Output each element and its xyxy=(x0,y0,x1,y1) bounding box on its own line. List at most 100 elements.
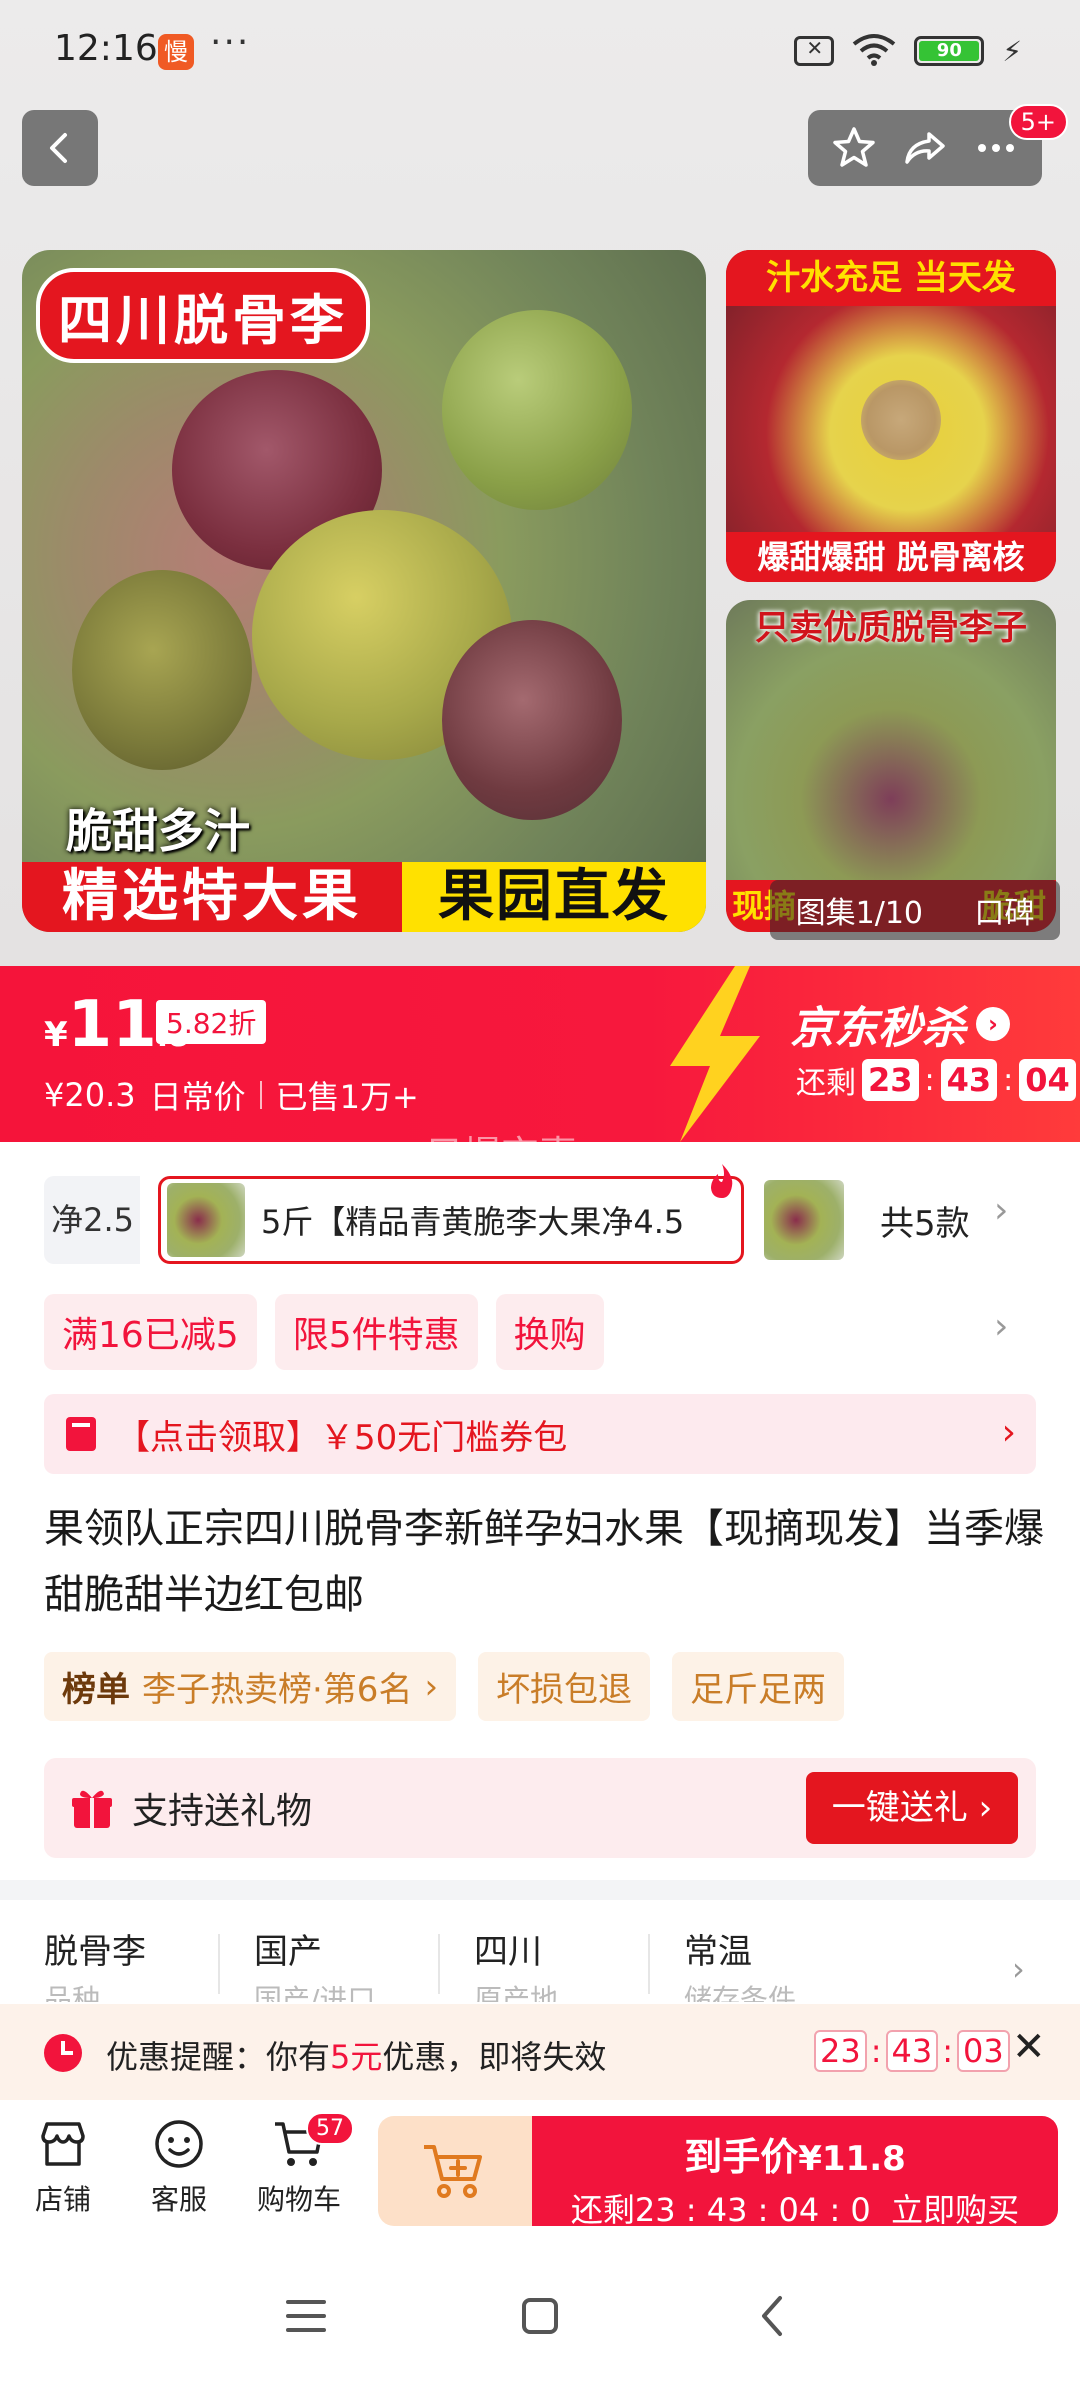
spec-summary[interactable]: 脱骨李 品种 国产 国产/进口 四川 原产地 常温 储存条件 › xyxy=(0,1900,1080,2004)
cart-button[interactable]: 57 购物车 xyxy=(254,2112,354,2218)
home-square-icon[interactable] xyxy=(510,2286,570,2346)
status-time: 12:16 xyxy=(54,28,158,69)
send-gift-button[interactable]: 一键送礼 › xyxy=(806,1772,1018,1844)
status-icons: 90 ⚡ xyxy=(794,32,1022,70)
hot-fire-icon xyxy=(711,1164,733,1198)
seckill-link[interactable]: 京东秒杀 › xyxy=(790,992,1010,1056)
countdown-minutes: 43 xyxy=(885,2030,939,2072)
plum-pit-shape xyxy=(861,380,941,460)
gift-icon xyxy=(72,1790,112,1828)
sku-option-selected[interactable]: 5斤【精品青黄脆李大果净4.5 xyxy=(158,1176,744,1264)
buy-price-line: 到手价¥11.8 xyxy=(532,2126,1058,2181)
favorite-star-icon[interactable] xyxy=(830,124,878,172)
chevron-right-icon[interactable]: › xyxy=(994,1190,1008,1231)
chevron-right-icon[interactable]: › xyxy=(994,1306,1008,1347)
buy-countdown: 还剩23 : 43 : 04 : 0 xyxy=(570,2191,871,2229)
main-product-image[interactable]: 四川脱骨李 脆甜多汁 精选特大果 果园直发 xyxy=(22,250,706,932)
sku-option-next-thumbnail[interactable] xyxy=(764,1180,844,1260)
back-button[interactable] xyxy=(22,110,98,186)
reminder-countdown: 23: 43: 03 xyxy=(814,2030,1010,2072)
status-more-icon: ··· xyxy=(210,22,251,63)
service-badge[interactable]: 足斤足两 xyxy=(672,1652,845,1721)
no-sim-icon xyxy=(794,36,835,66)
add-to-cart-icon xyxy=(424,2145,482,2198)
divider xyxy=(259,1081,262,1109)
chevron-right-icon: › xyxy=(424,1666,439,1707)
notification-app-icon: 慢 xyxy=(158,34,194,70)
sku-count-label[interactable]: 共5款 xyxy=(880,1196,970,1245)
discount-reminder-bar[interactable]: 优惠提醒：你有5元优惠，即将失效 23: 43: 03 ✕ xyxy=(0,2004,1080,2100)
side-product-image-1[interactable]: 汁水充足 当天发 爆甜爆甜 脱骨离核 xyxy=(726,250,1056,582)
gift-text: 支持送礼物 xyxy=(132,1791,313,1832)
ranking-value: 李子热卖榜·第6名 xyxy=(142,1670,413,1710)
gift-bar: 支持送礼物 一键送礼 › xyxy=(44,1758,1036,1858)
service-badge[interactable]: 坏损包退 xyxy=(478,1652,651,1721)
spec-label: 国产/进口 xyxy=(254,1983,376,2002)
promo-tags: 满16已减5 限5件特惠 换购 xyxy=(44,1294,604,1370)
spec-value: 常温 xyxy=(684,1932,752,1972)
spec-divider xyxy=(218,1934,220,1994)
gallery-counter[interactable]: 图集1/10 口碑 xyxy=(770,880,1060,940)
store-label: 店铺 xyxy=(34,2183,91,2216)
menu-icon[interactable] xyxy=(276,2286,336,2346)
store-button[interactable]: 店铺 xyxy=(18,2116,108,2218)
promo-tag[interactable]: 满16已减5 xyxy=(44,1294,257,1370)
seckill-title: 京东秒杀 xyxy=(790,1003,966,1054)
cart-count-badge: 57 xyxy=(306,2112,354,2145)
wifi-icon xyxy=(852,32,896,70)
reviews-link[interactable]: 口碑 xyxy=(974,888,1034,932)
original-price: ¥20.3 xyxy=(44,1076,136,1114)
sku-selector: 净2.5 5斤【精品青黄脆李大果净4.5 共5款 › xyxy=(0,1160,1080,1278)
section-divider xyxy=(0,1880,1080,1900)
message-badge: 5+ xyxy=(1008,104,1068,140)
system-navigation-bar xyxy=(0,2230,1080,2400)
cart-label: 购物车 xyxy=(256,2183,341,2216)
spec-label: 品种 xyxy=(44,1983,101,2002)
image-subtitle: 脆甜多汁 xyxy=(66,804,250,858)
image-banner-right: 果园直发 xyxy=(402,862,706,932)
image-banner-left: 精选特大果 xyxy=(22,862,402,932)
plum-shape xyxy=(72,570,252,770)
sold-count: 已售1万+ xyxy=(275,1078,419,1116)
bottom-action-bar: 店铺 客服 57 购物车 到手价¥11.8 还剩23 : 43 : 04 : 0… xyxy=(0,2100,1080,2230)
customer-service-button[interactable]: 客服 xyxy=(134,2116,224,2218)
coupon-icon xyxy=(66,1417,96,1451)
product-badges: 榜单 李子热卖榜·第6名 › 坏损包退 足斤足两 xyxy=(44,1652,845,1721)
original-price-label: 日常价 xyxy=(149,1078,246,1116)
sku-option-previous[interactable]: 净2.5 xyxy=(44,1176,140,1264)
promo-tag[interactable]: 换购 xyxy=(495,1294,604,1370)
plum-shape xyxy=(442,620,622,820)
price-bar: ¥ 11 .8 5.82折 ¥20.3 日常价 已售1万+ 京东秒杀 › 还剩 … xyxy=(0,966,1080,1142)
promo-tag[interactable]: 限5件特惠 xyxy=(274,1294,478,1370)
coupon-text: 【点击领取】￥50无门槛券包 xyxy=(116,1417,568,1458)
reminder-suffix: 优惠，即将失效 xyxy=(382,2038,607,2076)
share-icon[interactable] xyxy=(901,124,949,172)
store-icon xyxy=(41,2122,85,2166)
customer-service-label: 客服 xyxy=(150,2183,207,2216)
back-icon[interactable] xyxy=(744,2286,804,2346)
battery-icon: 90 xyxy=(914,36,985,66)
product-title: 果领队正宗四川脱骨李新鲜孕妇水果【现摘现发】当季爆甜脆甜半边红包邮 xyxy=(44,1506,1044,1618)
spec-label: 储存条件 xyxy=(684,1983,797,2002)
charging-icon: ⚡ xyxy=(1002,34,1022,68)
chevron-right-icon: › xyxy=(1001,1412,1016,1453)
buy-action-label: 立即购买 xyxy=(891,2191,1020,2229)
side-image-1-top-caption: 汁水充足 当天发 xyxy=(726,250,1056,306)
image-title-tag: 四川脱骨李 xyxy=(36,268,370,363)
buy-price-value: ¥11.8 xyxy=(798,2139,906,2179)
close-icon[interactable]: ✕ xyxy=(1012,2024,1046,2070)
discount-tag: 5.82折 xyxy=(156,1000,267,1044)
price-details: ¥20.3 日常价 已售1万+ xyxy=(44,1072,419,1118)
plum-shape xyxy=(442,310,632,510)
chevron-right-icon: › xyxy=(1012,1950,1025,1988)
side-image-2-top-caption: 只卖优质脱骨李子 xyxy=(755,608,1027,648)
side-image-1-bottom-caption: 爆甜爆甜 脱骨离核 xyxy=(726,532,1056,582)
ranking-badge[interactable]: 榜单 李子热卖榜·第6名 › xyxy=(44,1652,457,1721)
gallery-index-label: 图集1/10 xyxy=(795,896,924,931)
buy-now-button[interactable]: 到手价¥11.8 还剩23 : 43 : 04 : 0 立即购买 xyxy=(532,2116,1058,2229)
spec-divider xyxy=(438,1934,440,1994)
coupon-claim-bar[interactable]: 【点击领取】￥50无门槛券包 › xyxy=(44,1394,1036,1474)
spec-value: 四川 xyxy=(474,1932,542,1972)
sku-thumbnail xyxy=(167,1183,245,1257)
add-to-cart-button[interactable] xyxy=(378,2116,532,2226)
